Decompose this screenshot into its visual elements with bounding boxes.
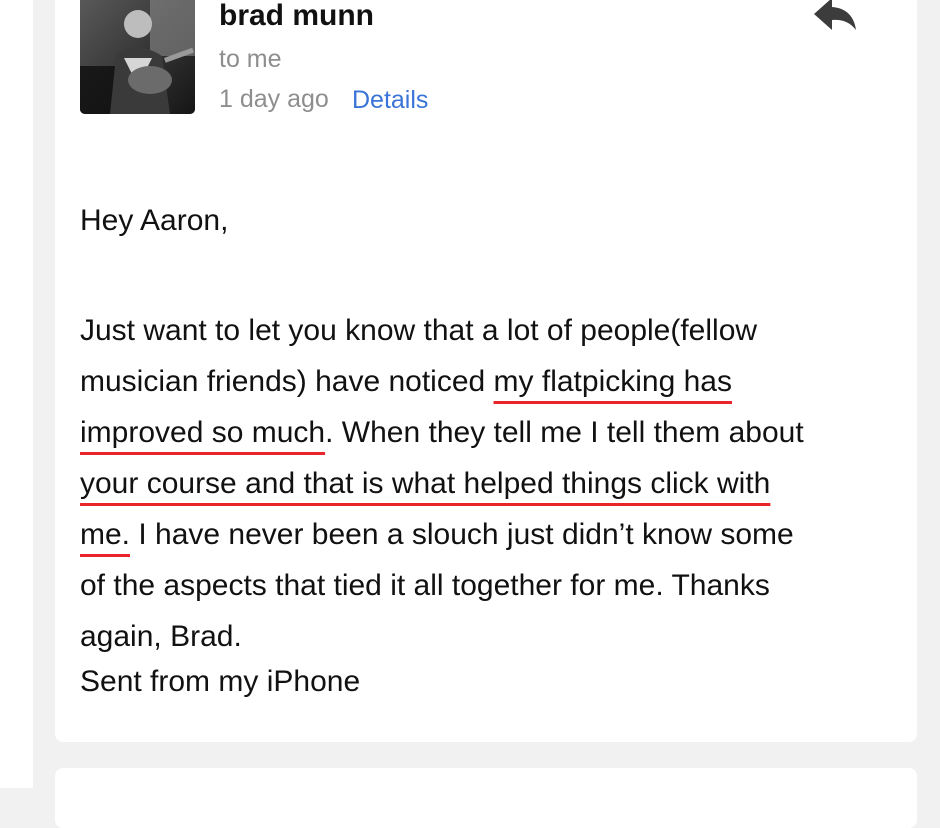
body-line: Just want to let you know that a lot of … [80,305,900,356]
highlighted-text: improved so much [80,416,326,449]
highlighted-text: my flatpicking has [493,365,732,398]
body-line: musician friends) have noticed my flatpi… [80,356,900,407]
reply-icon [814,0,856,30]
body-text: musician friends) have noticed [80,365,494,398]
recipient-label: to me [219,45,282,73]
body-text: . When they tell me I tell them about [325,416,804,449]
body-text: of the aspects that tied it all together… [80,569,770,602]
timestamp: 1 day ago [219,85,329,113]
email-body: Just want to let you know that a lot of … [80,305,900,662]
body-line: of the aspects that tied it all together… [80,560,900,611]
left-margin [0,0,33,788]
email-greeting: Hey Aaron, [80,204,229,237]
avatar[interactable] [80,0,195,114]
reply-button[interactable] [812,0,858,34]
sender-name: brad munn [219,0,374,32]
body-text: Just want to let you know that a lot of … [80,314,758,347]
body-line: again, Brad. [80,611,900,662]
highlighted-text: your course and that is what helped thin… [80,467,771,500]
details-link[interactable]: Details [352,85,428,115]
avatar-photo [80,0,195,114]
body-line: me. I have never been a slouch just didn… [80,509,900,560]
next-email-card [55,768,917,828]
body-text: I have never been a slouch just didn’t k… [130,518,794,551]
body-line: improved so much. When they tell me I te… [80,407,900,458]
body-line: your course and that is what helped thin… [80,458,900,509]
body-text: again, Brad. [80,620,242,653]
email-signature: Sent from my iPhone [80,665,361,698]
highlighted-text: me. [80,518,131,551]
